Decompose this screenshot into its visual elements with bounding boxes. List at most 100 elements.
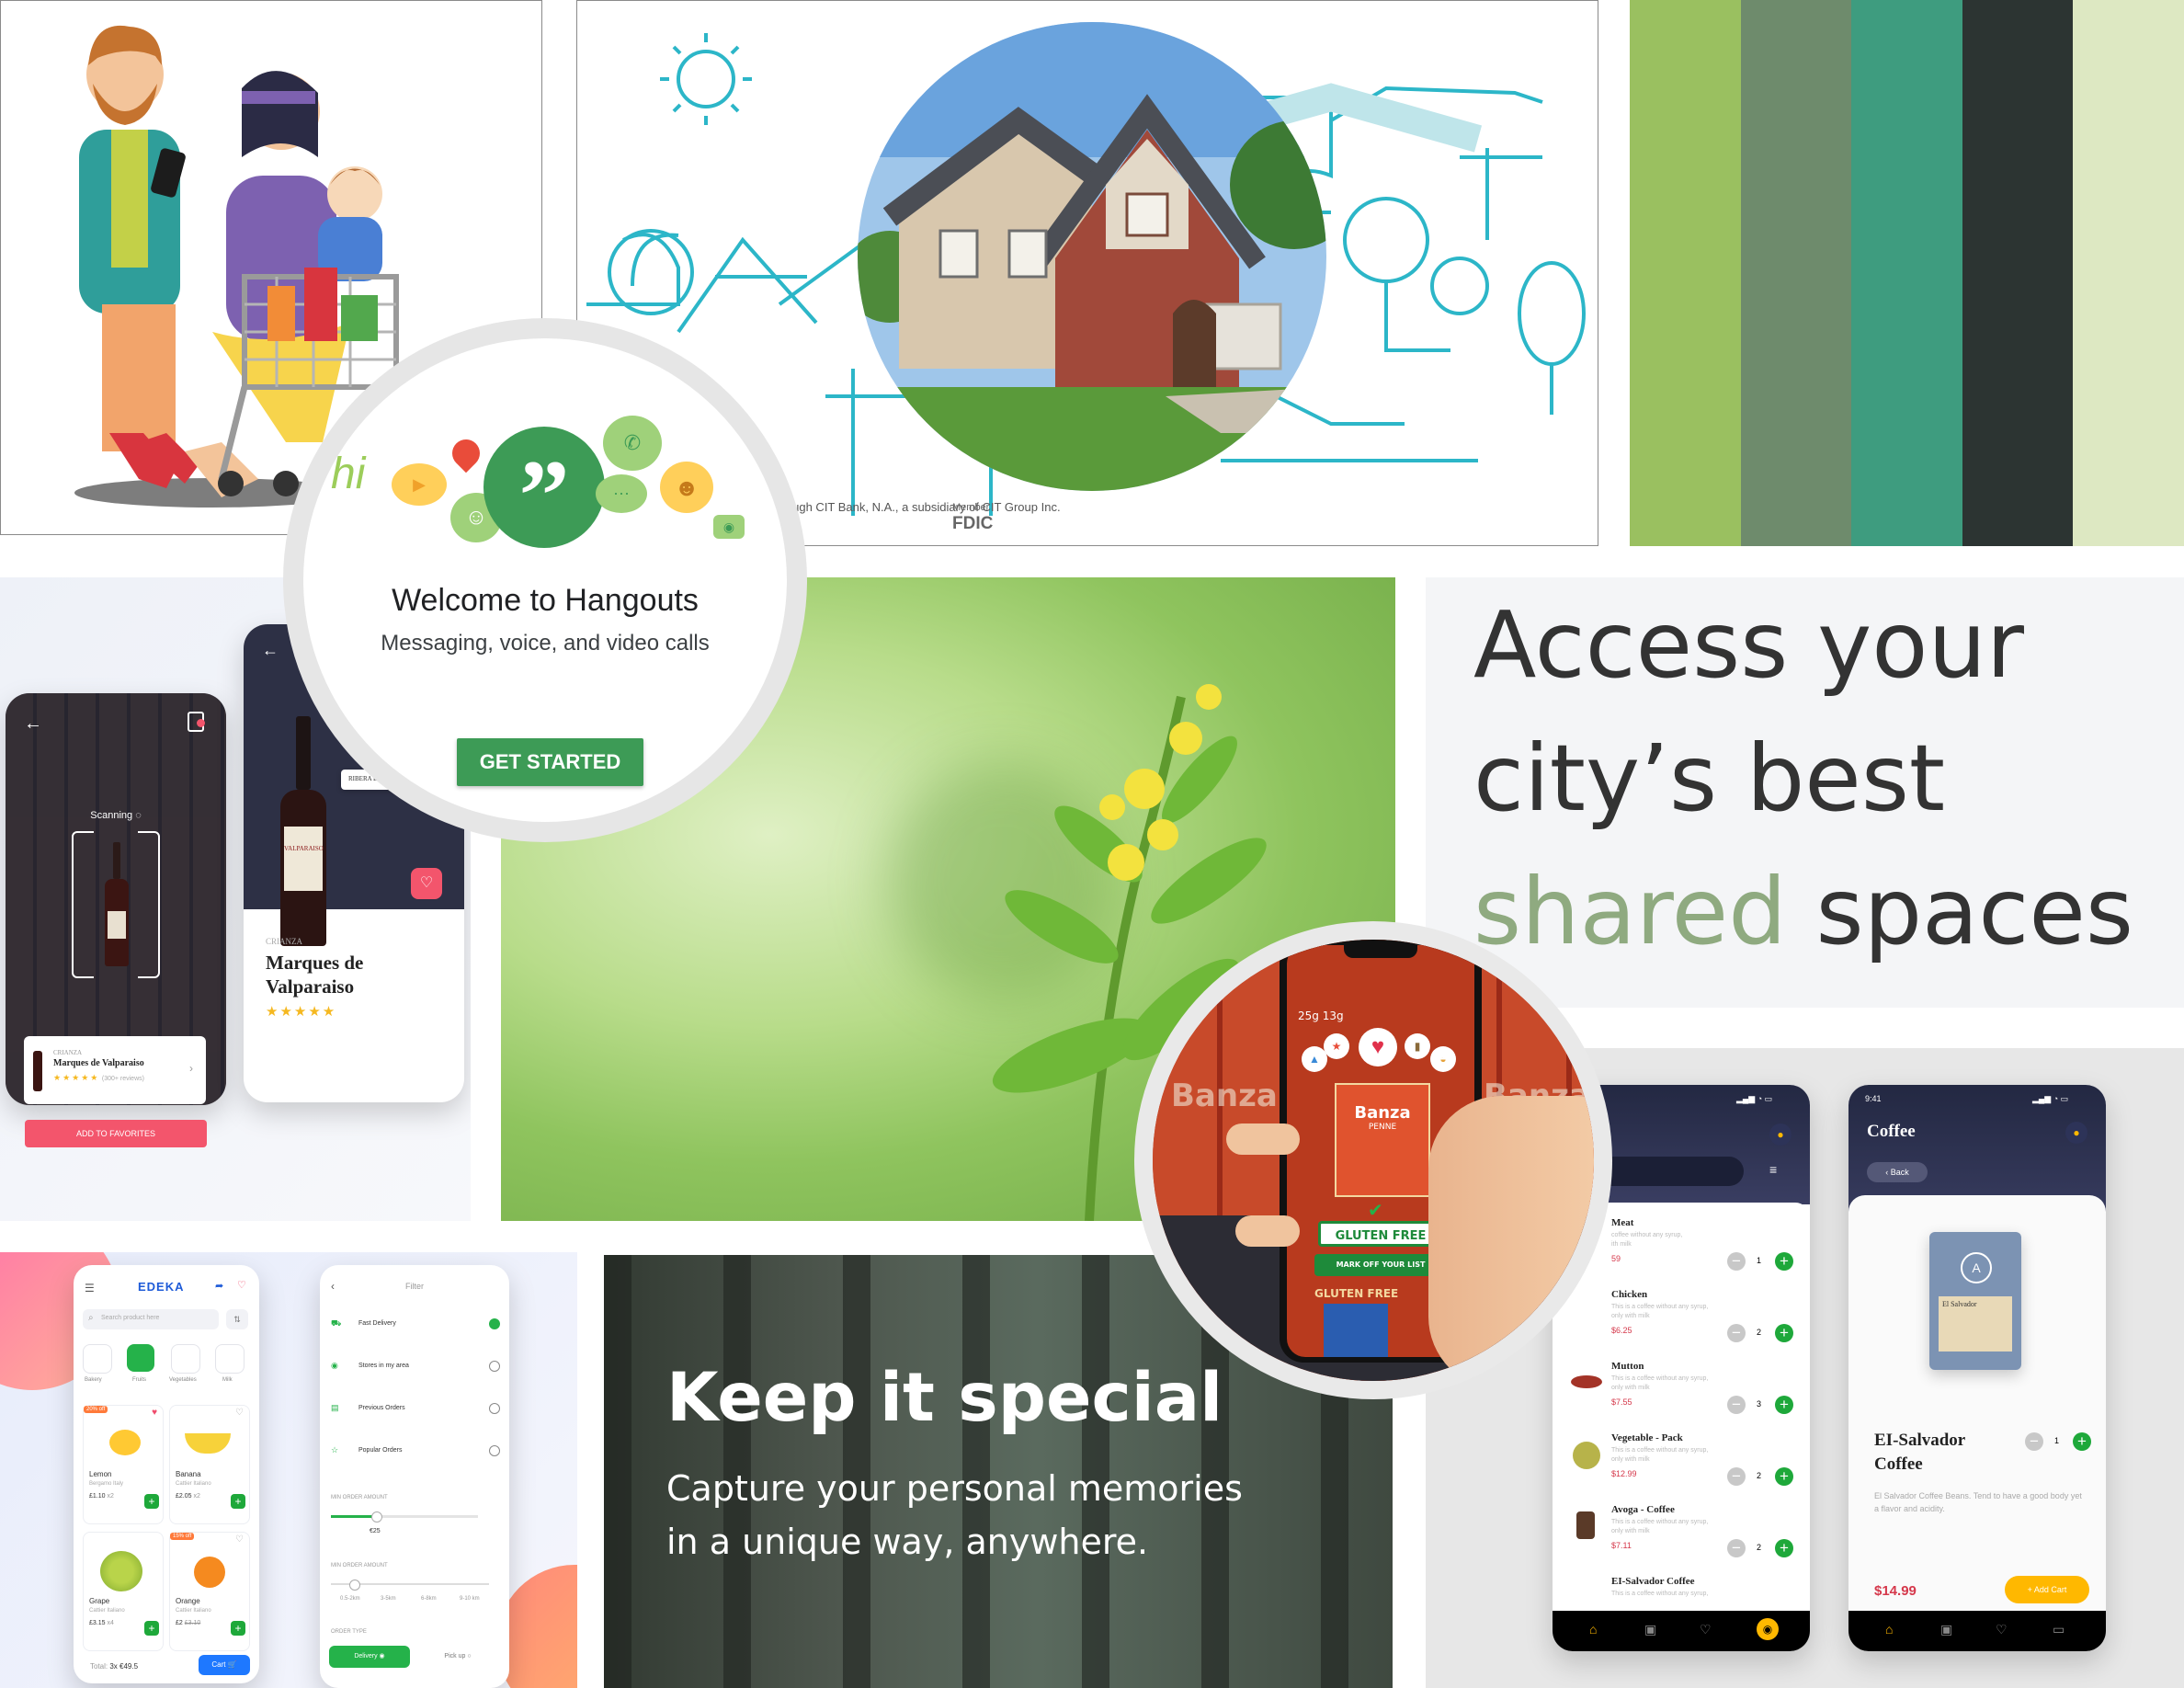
camera-icon: ◉ — [713, 515, 745, 539]
product-origin: Bergamo Italy — [89, 1481, 124, 1487]
add-to-cart-button[interactable]: + — [231, 1621, 245, 1636]
coffee-bag-image: A El Salvador — [1929, 1232, 2021, 1370]
decrease-button[interactable]: − — [1727, 1396, 1746, 1414]
orange-image — [194, 1557, 225, 1588]
grape-image — [100, 1551, 142, 1591]
item-desc: only with milk — [1611, 1456, 1650, 1463]
jar-icon: ▮ — [1405, 1033, 1430, 1059]
increase-button[interactable]: + — [1775, 1467, 1793, 1486]
list-item[interactable]: EI-Salvador Coffee This is a coffee with… — [1553, 1576, 1810, 1613]
item-qty: 2 — [1757, 1328, 1762, 1337]
category-vegetables[interactable] — [171, 1344, 200, 1374]
back-arrow-icon[interactable]: ← — [24, 713, 42, 735]
cart-total: Total: 3x €49.5 — [90, 1662, 139, 1671]
heart-nav-icon[interactable]: ♡ — [1700, 1622, 1712, 1637]
radio-unchecked[interactable] — [489, 1445, 500, 1456]
detail-back-icon[interactable]: ← — [262, 641, 279, 660]
bag-icon[interactable]: ▣ — [1644, 1622, 1656, 1637]
bag-icon[interactable]: ▣ — [1940, 1622, 1952, 1637]
add-cart-button[interactable]: + Add Cart — [2005, 1576, 2089, 1603]
decrease-button[interactable]: − — [1727, 1252, 1746, 1271]
item-name: EI-Salvador Coffee — [1611, 1576, 1695, 1587]
item-qty: 2 — [1757, 1543, 1762, 1552]
filter-icon[interactable]: ≡ — [1769, 1162, 1777, 1177]
product-card-banana[interactable]: ♡ Banana Cattier Italiano £2.05 x2 + — [169, 1405, 250, 1524]
back-button[interactable]: ‹ Back — [1867, 1162, 1928, 1182]
decrease-button[interactable]: − — [2025, 1432, 2043, 1451]
increase-button[interactable]: + — [1775, 1324, 1793, 1342]
filter-option-popular[interactable]: ☆ Popular Orders — [331, 1443, 500, 1460]
delivery-toggle[interactable]: Delivery ◉ — [329, 1646, 410, 1668]
sort-button[interactable]: ⇅ — [226, 1309, 248, 1329]
phone-bubble-icon: ✆ — [603, 416, 662, 471]
product-card-orange[interactable]: 15% off ♡ Orange Cattier Italiano £2 £3.… — [169, 1532, 250, 1651]
item-price: $12.99 — [1611, 1469, 1637, 1478]
item-desc: only with milk — [1611, 1313, 1650, 1319]
decrease-button[interactable]: − — [1727, 1324, 1746, 1342]
filter-option-fast-delivery[interactable]: ⛟ Fast Delivery — [331, 1317, 500, 1333]
increase-button[interactable]: + — [1775, 1539, 1793, 1557]
filter-option-previous[interactable]: ▤ Previous Orders — [331, 1401, 500, 1418]
get-started-button[interactable]: GET STARTED — [457, 738, 643, 786]
cart-button[interactable]: Cart 🛒 — [199, 1655, 250, 1675]
banana-image — [185, 1433, 231, 1454]
distance-tick-1: 0.5-2km — [340, 1596, 360, 1602]
category-bakery[interactable] — [83, 1344, 112, 1374]
increase-button[interactable]: + — [2073, 1432, 2091, 1451]
cart-nav-icon[interactable]: ◉ — [1757, 1618, 1779, 1640]
item-price: 59 — [1611, 1254, 1621, 1263]
category-fruits[interactable] — [127, 1344, 154, 1372]
distance-slider[interactable] — [331, 1580, 489, 1591]
radio-unchecked[interactable] — [489, 1403, 500, 1414]
heart-icon[interactable]: ♡ — [237, 1279, 246, 1291]
home-icon[interactable]: ⌂ — [1885, 1622, 1893, 1637]
min-amount-slider[interactable] — [331, 1511, 478, 1523]
favorite-filled-icon[interactable]: ♥ — [152, 1408, 157, 1418]
increase-button[interactable]: + — [1775, 1396, 1793, 1414]
qty-value: 1 — [2054, 1436, 2060, 1445]
mark-off-button[interactable]: MARK OFF YOUR LIST — [1314, 1254, 1447, 1276]
product-card-grape[interactable]: Grape Cattier Italiano £3.15 x4 + — [83, 1532, 164, 1651]
favorite-icon[interactable]: ♡ — [235, 1534, 244, 1545]
heart-nav-icon[interactable]: ♡ — [1996, 1622, 2008, 1637]
item-desc: This is a coffee without any syrup, — [1611, 1519, 1709, 1525]
add-to-cart-button[interactable]: + — [144, 1494, 159, 1509]
add-to-cart-button[interactable]: + — [231, 1494, 245, 1509]
slider-thumb[interactable] — [349, 1580, 360, 1591]
penne-box — [1324, 1304, 1388, 1357]
add-to-favorites-btn[interactable]: ADD TO FAVORITES — [25, 1120, 207, 1147]
palette-swatch-4 — [1962, 0, 2074, 546]
menu-icon[interactable]: ☰ — [85, 1282, 95, 1295]
decrease-button[interactable]: − — [1727, 1539, 1746, 1557]
increase-button[interactable]: + — [1775, 1252, 1793, 1271]
decrease-button[interactable]: − — [1727, 1467, 1746, 1486]
shelf-gluten-label: GLUTEN FREE — [1314, 1287, 1399, 1300]
radio-checked[interactable] — [489, 1318, 500, 1329]
order-type-label: ORDER TYPE — [331, 1629, 367, 1635]
filter-option-stores[interactable]: ◉ Stores in my area — [331, 1359, 500, 1375]
slider-thumb[interactable] — [371, 1511, 382, 1523]
search-input[interactable]: ⌕ Search product here — [83, 1309, 219, 1329]
profile-icon[interactable]: ● — [2065, 1122, 2087, 1144]
radio-unchecked[interactable] — [489, 1361, 500, 1372]
pickup-toggle[interactable]: Pick up ○ — [415, 1646, 500, 1668]
wine-result-card[interactable]: CRIANZA Marques de Valparaiso ★★★★★ (300… — [24, 1036, 206, 1104]
list-item[interactable]: Avoga - Coffee This is a coffee without … — [1553, 1504, 1810, 1576]
filter-option-label: Stores in my area — [358, 1363, 409, 1369]
list-item[interactable]: Vegetable - Pack This is a coffee withou… — [1553, 1432, 1810, 1504]
favorite-heart-button[interactable]: ♡ — [411, 868, 442, 899]
category-milk[interactable] — [215, 1344, 245, 1374]
category-label-vegetables: Vegetables — [169, 1377, 197, 1383]
add-to-cart-button[interactable]: + — [144, 1621, 159, 1636]
item-name: Mutton — [1611, 1361, 1644, 1372]
product-card-lemon[interactable]: 20% off ♥ Lemon Bergamo Italy £1.10 x2 + — [83, 1405, 164, 1524]
home-icon[interactable]: ⌂ — [1589, 1622, 1597, 1637]
share-icon[interactable]: ➦ — [215, 1280, 223, 1292]
favorite-icon[interactable]: ♡ — [235, 1408, 244, 1418]
slider-fill — [331, 1515, 375, 1518]
category-label-fruits: Fruits — [132, 1377, 146, 1383]
profile-icon[interactable]: ● — [1769, 1123, 1792, 1146]
cart-nav-icon[interactable]: ▭ — [2053, 1622, 2065, 1637]
memories-headline: Keep it special — [666, 1359, 1223, 1437]
detail-label-small: CRIANZA — [266, 937, 302, 946]
